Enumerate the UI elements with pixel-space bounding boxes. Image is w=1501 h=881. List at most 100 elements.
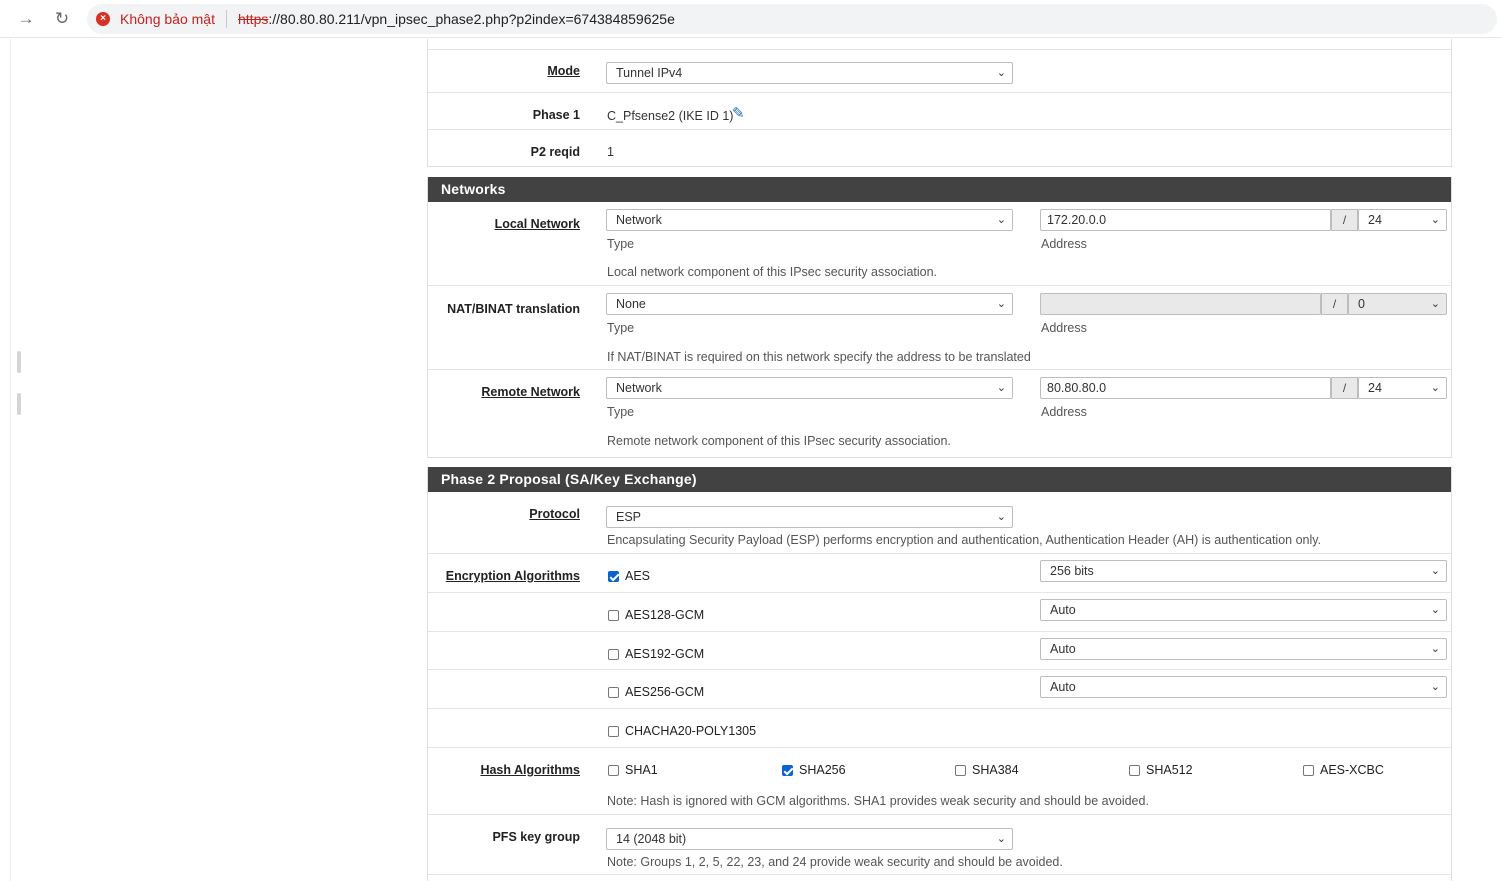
mode-label: Mode <box>547 64 580 78</box>
sha1-label: SHA1 <box>625 763 658 777</box>
chevron-down-icon: ⌄ <box>1430 565 1440 577</box>
sha384-label: SHA384 <box>972 763 1019 777</box>
nat-address-input[interactable] <box>1040 293 1321 315</box>
mode-row: Mode Tunnel IPv4 ⌄ <box>428 50 1451 93</box>
chevron-down-icon: ⌄ <box>1430 604 1440 616</box>
phase1-row: Phase 1 C_Pfsense2 (IKE ID 1) ✎ <box>428 93 1451 130</box>
sha512-label: SHA512 <box>1146 763 1193 777</box>
edit-pencil-icon[interactable]: ✎ <box>732 104 745 122</box>
nat-type-value: None <box>616 297 646 311</box>
security-label[interactable]: Không bảo mật <box>120 11 215 27</box>
aes192gcm-checkbox[interactable] <box>608 649 619 660</box>
pfs-select[interactable]: 14 (2048 bit) ⌄ <box>606 828 1013 850</box>
forward-icon[interactable]: → <box>15 8 37 30</box>
remote-network-type-select[interactable]: Network ⌄ <box>606 377 1013 399</box>
chevron-down-icon: ⌄ <box>996 298 1006 310</box>
networks-panel: Networks Local Network Network ⌄ Type 17… <box>427 177 1452 457</box>
hash-hint: Note: Hash is ignored with GCM algorithm… <box>607 794 1149 808</box>
type-caption: Type <box>607 321 635 335</box>
chacha-label: CHACHA20-POLY1305 <box>625 724 757 738</box>
protocol-hint: Encapsulating Security Payload (ESP) per… <box>607 533 1322 547</box>
nat-type-select[interactable]: None ⌄ <box>606 293 1013 315</box>
reqid-label: P2 reqid <box>530 145 580 159</box>
aes256gcm-checkbox[interactable] <box>608 687 619 698</box>
hash-label: Hash Algorithms <box>480 763 580 777</box>
proposal-title: Phase 2 Proposal (SA/Key Exchange) <box>428 467 1451 492</box>
sha512-checkbox[interactable] <box>1129 765 1140 776</box>
local-network-mask-value: 24 <box>1368 213 1382 227</box>
address-caption: Address <box>1041 405 1087 419</box>
chevron-down-icon: ⌄ <box>996 382 1006 394</box>
aes-keylen-select[interactable]: 256 bits ⌄ <box>1040 560 1447 582</box>
aes128gcm-label: AES128-GCM <box>625 608 705 622</box>
aes-checkbox[interactable] <box>608 571 619 582</box>
mode-select[interactable]: Tunnel IPv4 ⌄ <box>606 62 1013 84</box>
resize-handle[interactable] <box>17 351 21 373</box>
sha256-checkbox[interactable] <box>782 765 793 776</box>
local-network-type-select[interactable]: Network ⌄ <box>606 209 1013 231</box>
mode-value: Tunnel IPv4 <box>616 66 683 80</box>
aes128gcm-keylen-value: Auto <box>1050 603 1076 617</box>
chevron-down-icon: ⌄ <box>996 67 1006 79</box>
aes256gcm-keylen-value: Auto <box>1050 680 1076 694</box>
aes192gcm-keylen-select[interactable]: Auto ⌄ <box>1040 638 1447 660</box>
local-network-hint: Local network component of this IPsec se… <box>607 265 938 279</box>
remote-network-hint: Remote network component of this IPsec s… <box>607 434 951 448</box>
cidr-slash: / <box>1331 209 1358 231</box>
protocol-label: Protocol <box>529 507 580 521</box>
remote-network-row: Remote Network Network ⌄ Type 80.80.80.0… <box>428 370 1451 456</box>
url-text[interactable]: https://80.80.80.211/vpn_ipsec_phase2.ph… <box>238 11 675 27</box>
cidr-slash: / <box>1331 377 1358 399</box>
aes-keylen-value: 256 bits <box>1050 564 1094 578</box>
sha384-checkbox[interactable] <box>955 765 966 776</box>
panel-top-spacer <box>428 39 1451 50</box>
reload-icon[interactable]: ↻ <box>51 8 73 30</box>
remote-network-mask-value: 24 <box>1368 381 1382 395</box>
aes192gcm-label: AES192-GCM <box>625 647 705 661</box>
nat-hint: If NAT/BINAT is required on this network… <box>607 350 1031 364</box>
aesxcbc-checkbox[interactable] <box>1303 765 1314 776</box>
protocol-select[interactable]: ESP ⌄ <box>606 506 1013 528</box>
aes256gcm-keylen-select[interactable]: Auto ⌄ <box>1040 676 1447 698</box>
remote-network-mask-select[interactable]: 24 ⌄ <box>1358 377 1447 399</box>
chevron-down-icon: ⌄ <box>996 214 1006 226</box>
enc-row-aes: Encryption Algorithms AES 256 bits ⌄ <box>428 554 1451 593</box>
local-network-mask-select[interactable]: 24 ⌄ <box>1358 209 1447 231</box>
encryption-label: Encryption Algorithms <box>445 569 580 583</box>
url-rest: ://80.80.80.211/vpn_ipsec_phase2.php?p2i… <box>268 11 675 27</box>
remote-network-address-input[interactable]: 80.80.80.0 <box>1040 377 1331 399</box>
enc-row-aes256gcm: AES256-GCM Auto ⌄ <box>428 670 1451 709</box>
local-network-address-input[interactable]: 172.20.0.0 <box>1040 209 1331 231</box>
panel-divider <box>427 457 1452 458</box>
sha1-checkbox[interactable] <box>608 765 619 776</box>
enc-row-chacha: CHACHA20-POLY1305 <box>428 709 1451 748</box>
chevron-down-icon: ⌄ <box>1430 214 1440 226</box>
cidr-slash: / <box>1321 293 1348 315</box>
nat-mask-value: 0 <box>1358 297 1365 311</box>
aes128gcm-checkbox[interactable] <box>608 610 619 621</box>
aesxcbc-label: AES-XCBC <box>1320 763 1384 777</box>
chevron-down-icon: ⌄ <box>1430 643 1440 655</box>
reqid-value: 1 <box>607 145 614 159</box>
address-caption: Address <box>1041 237 1087 251</box>
remote-network-label: Remote Network <box>481 385 580 399</box>
chevron-down-icon: ⌄ <box>1430 382 1440 394</box>
pfs-row: PFS key group 14 (2048 bit) ⌄ Note: Grou… <box>428 815 1451 875</box>
aes128gcm-keylen-select[interactable]: Auto ⌄ <box>1040 599 1447 621</box>
chacha-checkbox[interactable] <box>608 726 619 737</box>
browser-toolbar: → ↻ × Không bảo mật https://80.80.80.211… <box>0 0 1501 38</box>
sha256-label: SHA256 <box>799 763 846 777</box>
remote-network-type-value: Network <box>616 381 662 395</box>
address-bar[interactable]: × Không bảo mật https://80.80.80.211/vpn… <box>87 4 1497 34</box>
enc-row-aes128gcm: AES128-GCM Auto ⌄ <box>428 593 1451 632</box>
not-secure-icon[interactable]: × <box>96 12 110 26</box>
phase1-value: C_Pfsense2 (IKE ID 1) <box>607 109 734 123</box>
nat-mask-select[interactable]: 0 ⌄ <box>1348 293 1447 315</box>
aes-label: AES <box>625 569 651 583</box>
enc-row-aes192gcm: AES192-GCM Auto ⌄ <box>428 632 1451 670</box>
reqid-row: P2 reqid 1 <box>428 130 1451 165</box>
resize-handle[interactable] <box>17 393 21 415</box>
pfs-hint: Note: Groups 1, 2, 5, 22, 23, and 24 pro… <box>607 855 1063 869</box>
aes256gcm-label: AES256-GCM <box>625 685 705 699</box>
protocol-value: ESP <box>616 510 642 524</box>
